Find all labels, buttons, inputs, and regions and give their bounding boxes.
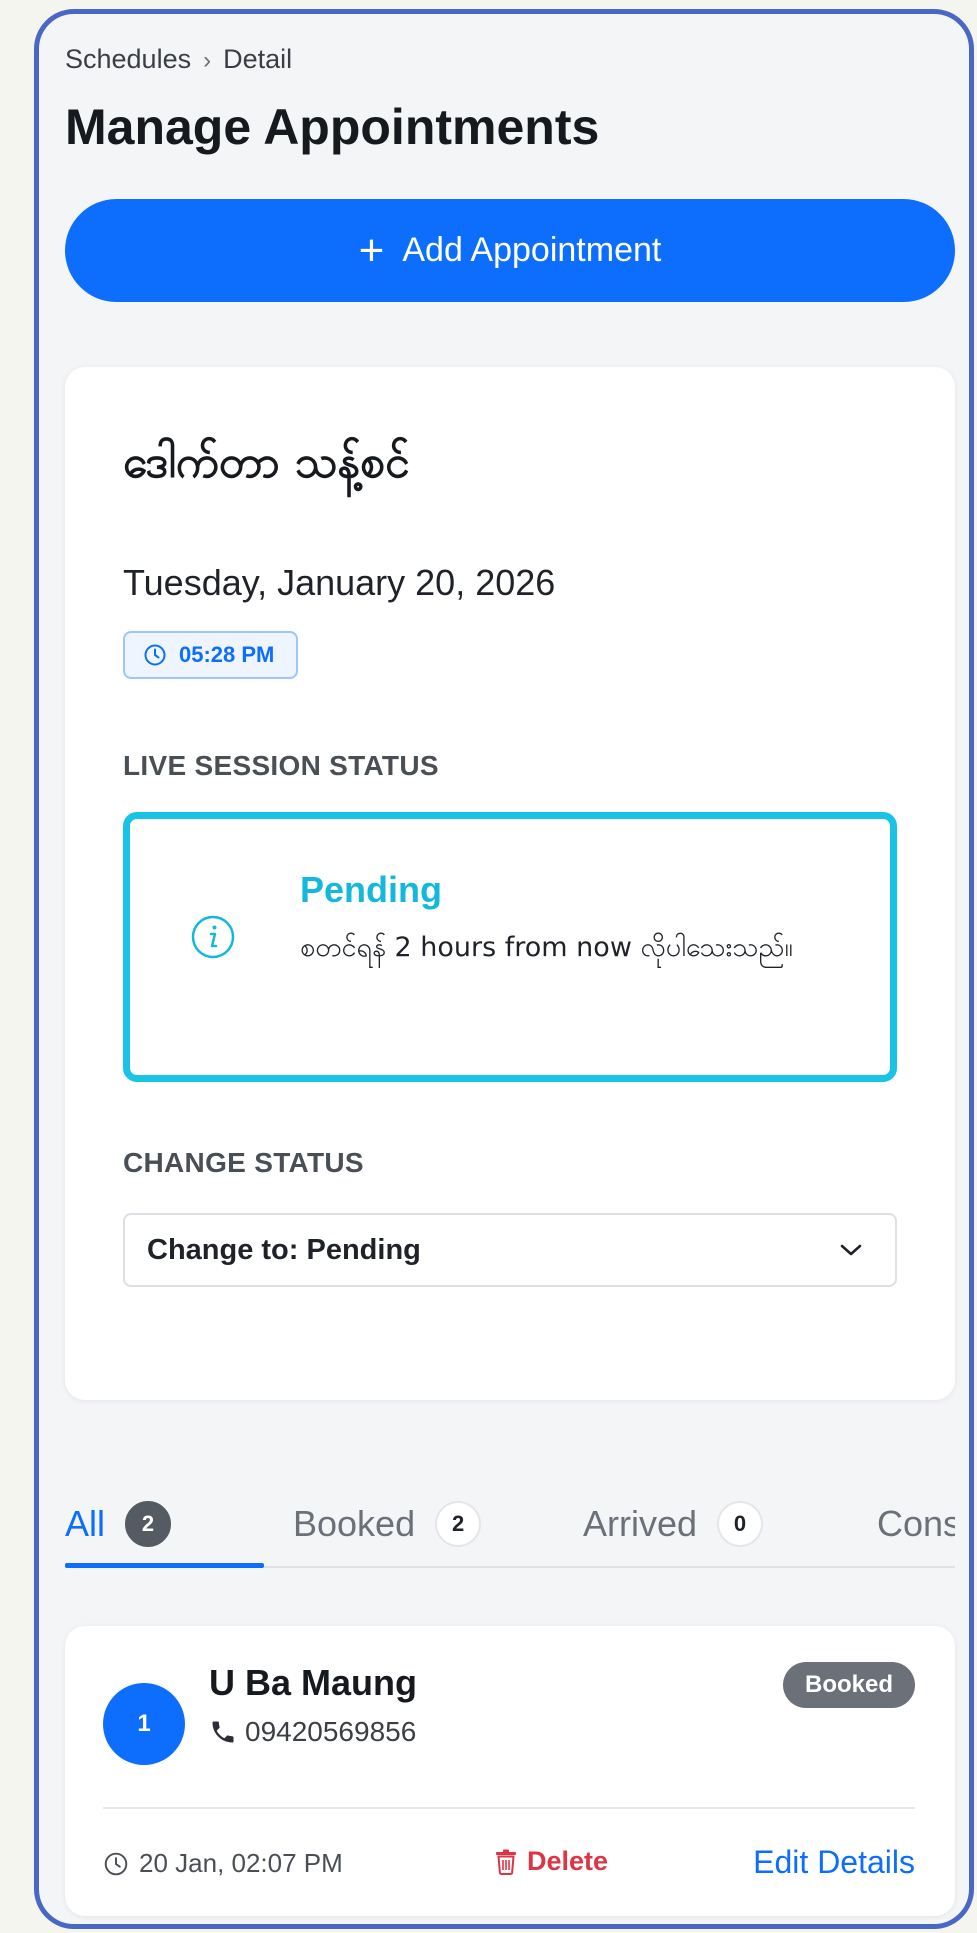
live-status-box: Pending စတင်ရန် 2 hours from now လိုပါသေ… bbox=[123, 812, 897, 1082]
session-time-badge: 05:28 PM bbox=[123, 631, 299, 679]
status-message: စတင်ရန် 2 hours from now လိုပါသေးသည်။ bbox=[300, 932, 793, 963]
clock-icon bbox=[104, 1852, 128, 1875]
plus-icon: + bbox=[358, 225, 385, 275]
phone-frame: Schedules › Detail Manage Appointments + A… bbox=[34, 9, 974, 1929]
tab-booked[interactable]: Booked 2 bbox=[293, 1479, 482, 1566]
tab-arrived[interactable]: Arrived 0 bbox=[583, 1479, 764, 1566]
edit-details-button[interactable]: Edit Details bbox=[753, 1844, 915, 1881]
trash-icon bbox=[496, 1849, 516, 1875]
add-appointment-button[interactable]: + Add Appointment bbox=[65, 199, 955, 302]
tab-consultation[interactable]: Cons bbox=[877, 1479, 955, 1566]
doctor-name: ဒေါက်တာ သန့်စင် bbox=[123, 437, 410, 488]
page-title: Manage Appointments bbox=[65, 99, 600, 155]
appointment-time: 20 Jan, 02:07 PM bbox=[103, 1848, 343, 1879]
tab-label: Booked bbox=[293, 1502, 416, 1544]
breadcrumb-separator: › bbox=[203, 47, 212, 74]
phone-icon bbox=[212, 1721, 234, 1743]
delete-label: Delete bbox=[527, 1846, 609, 1876]
breadcrumb: Schedules › Detail bbox=[65, 44, 292, 75]
appointment-card[interactable]: 1 U Ba Maung 09420569856 Booked 20 Jan, … bbox=[65, 1626, 955, 1916]
delete-button[interactable]: Delete bbox=[495, 1846, 608, 1877]
breadcrumb-schedules[interactable]: Schedules bbox=[65, 44, 191, 74]
appointment-tabs: All 2 Booked 2 Arrived 0 Cons bbox=[65, 1479, 955, 1568]
active-tab-indicator bbox=[65, 1563, 264, 1568]
tab-count: 2 bbox=[125, 1500, 172, 1547]
patient-phone: 09420569856 bbox=[209, 1716, 416, 1748]
change-status-label: CHANGE STATUS bbox=[123, 1147, 364, 1178]
tab-label: Cons bbox=[877, 1502, 955, 1544]
status-badge: Booked bbox=[782, 1662, 915, 1708]
change-status-value: Change to: Pending bbox=[147, 1233, 421, 1266]
tab-label: All bbox=[65, 1502, 106, 1544]
tab-count: 2 bbox=[435, 1500, 482, 1547]
change-status-select[interactable]: Change to: Pending bbox=[123, 1213, 897, 1287]
patient-phone-number: 09420569856 bbox=[245, 1716, 417, 1747]
session-card: ဒေါက်တာ သန့်စင် Tuesday, January 20, 202… bbox=[65, 367, 955, 1400]
patient-name: U Ba Maung bbox=[209, 1662, 418, 1703]
chevron-down-icon bbox=[840, 1244, 862, 1256]
breadcrumb-detail: Detail bbox=[223, 44, 293, 74]
queue-number: 1 bbox=[103, 1683, 185, 1765]
appointment-time-text: 20 Jan, 02:07 PM bbox=[139, 1848, 343, 1878]
tab-count: 0 bbox=[717, 1500, 764, 1547]
clock-icon bbox=[144, 644, 166, 666]
session-time: 05:28 PM bbox=[179, 642, 275, 667]
tab-all[interactable]: All 2 bbox=[65, 1479, 172, 1566]
status-title: Pending bbox=[300, 869, 442, 910]
add-appointment-label: Add Appointment bbox=[402, 231, 662, 269]
tab-label: Arrived bbox=[583, 1502, 698, 1544]
info-icon bbox=[191, 915, 235, 959]
live-session-status-label: LIVE SESSION STATUS bbox=[123, 750, 439, 781]
session-date: Tuesday, January 20, 2026 bbox=[123, 562, 556, 603]
divider bbox=[103, 1807, 915, 1809]
